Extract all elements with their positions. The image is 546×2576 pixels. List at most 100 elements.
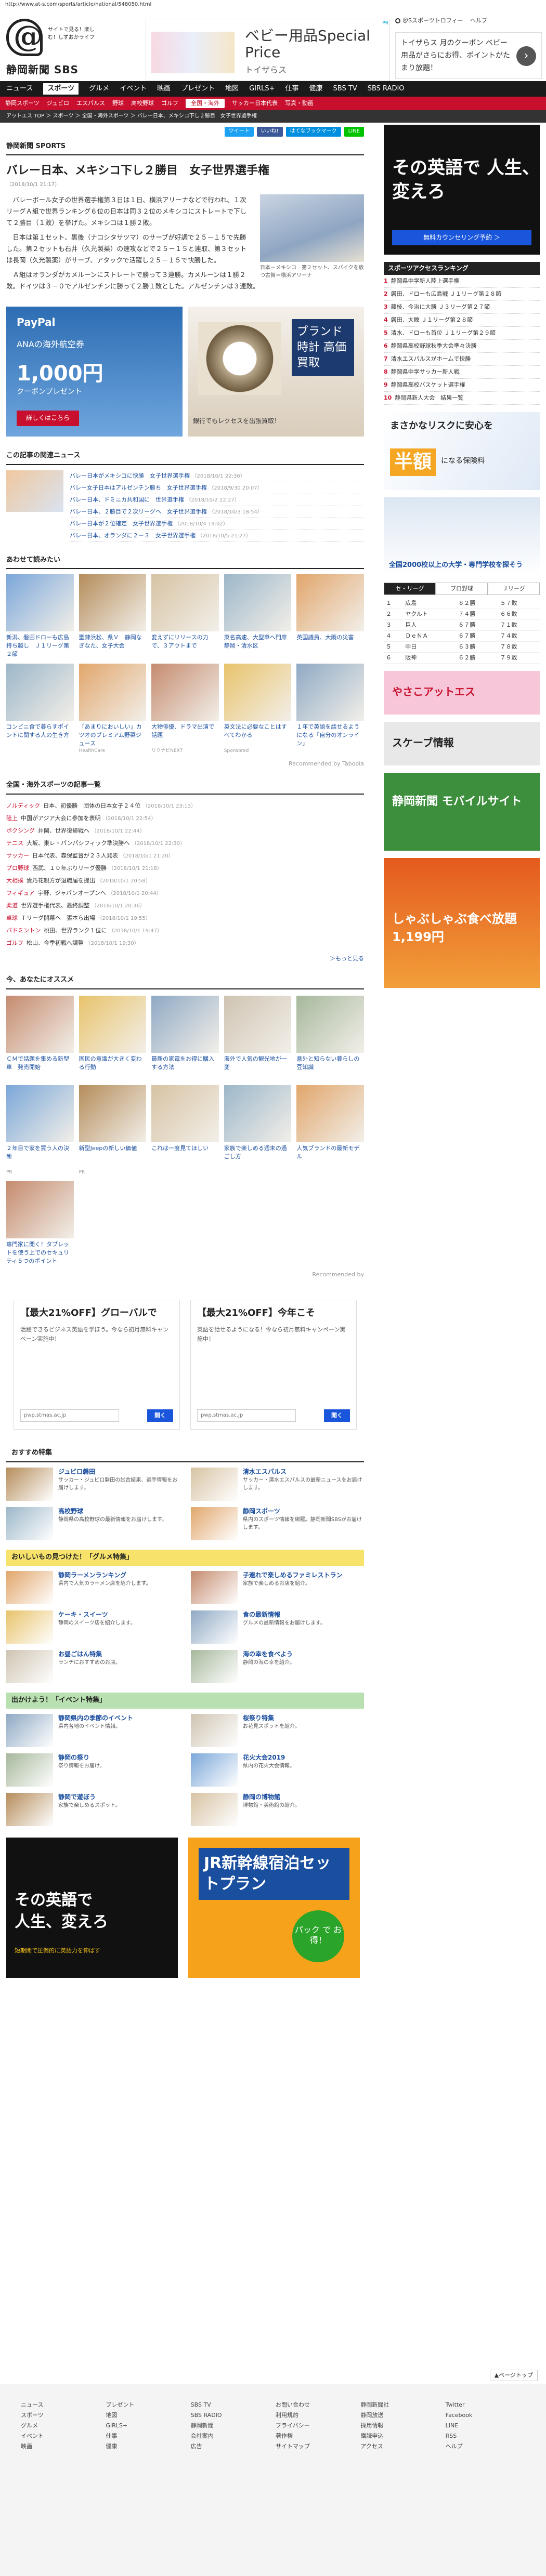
thumb-card[interactable]: これは一度見てほしい (151, 1085, 219, 1176)
subnav-item[interactable]: ジュビロ (47, 99, 69, 108)
related-link[interactable]: バレー女子日本はアルゼンチン勝ち 女子世界選手権 （2018/9/30 20:0… (70, 482, 364, 494)
thumb-card[interactable]: 海外で人気の観光地が一変 (224, 996, 292, 1080)
national-item[interactable]: バドミントン 桃田、世界ランク１位に （2018/10/1 19:47） (6, 924, 364, 937)
nav-item[interactable]: イベント (120, 84, 147, 94)
header-link-trophy[interactable]: ＠Sスポーツトロフィー (395, 17, 463, 24)
share-facebook-button[interactable]: いいね! (256, 127, 283, 137)
text-ad[interactable]: 【最大21%OFF】今年こそ 英語を話せるようになる！今なら初月無料キャンペーン… (190, 1300, 357, 1430)
related-thumbnail[interactable] (6, 470, 63, 512)
feature-item[interactable]: ジュビロ磐田 サッカー・ジュビロ磐田の試合結果、選手情報をお届けします。 (6, 1467, 179, 1501)
thumb-card[interactable]: 大物俳優、ドラマ出演で話題 リクナビNEXT (151, 664, 219, 755)
nav-item[interactable]: 仕事 (285, 84, 299, 94)
side-banner-2[interactable]: スケーブ情報 (384, 721, 540, 765)
watch-ad[interactable]: ブランド時計 高価買取 銀行でもレクセスを出張買取！ (188, 306, 364, 437)
nav-item[interactable]: グルメ (89, 84, 109, 94)
side-english-ad[interactable]: その英語で 人生、変えろ 無料カウンセリング予約 ＞ (384, 125, 540, 255)
footer-link[interactable]: 広告 (191, 2441, 270, 2452)
subnav-item[interactable]: 高校野球 (131, 99, 154, 108)
footer-link[interactable]: 採用情報 (360, 2421, 440, 2431)
tab-pro-baseball[interactable]: プロ野球 (436, 583, 488, 596)
header-link-help[interactable]: ヘルプ (470, 17, 487, 24)
thumb-card[interactable]: １年で英語を話せるようになる「自分のオンライン」 (296, 664, 364, 755)
footer-link[interactable]: LINE (446, 2421, 525, 2431)
feature-item[interactable]: 静岡の博物館 博物館・美術館の紹介。 (191, 1792, 364, 1826)
national-item[interactable]: ノルディック 日本、初優勝 団体の日本女子２４位 （2018/10/1 23:13… (6, 800, 364, 812)
text-ad[interactable]: 【最大21%OFF】グローバルで 活躍できるビジネス英語を学ぼう。今なら初月無料… (14, 1300, 180, 1430)
jr-ad[interactable]: JR新幹線宿泊セットプラン パック で お得！ (188, 1837, 360, 1978)
thumb-card[interactable]: 意外と知らない暮らしの豆知識 (296, 996, 364, 1080)
ranking-item[interactable]: 6 静岡県高校野球秋季大会準々決勝 (384, 340, 540, 353)
subnav-item[interactable]: サッカー日本代表 (232, 99, 278, 108)
thumb-card[interactable]: 人気ブランドの最新モデル (296, 1085, 364, 1176)
feature-item[interactable]: 子連れで楽しめるファミレストラン 家族で楽しめるお店を紹介。 (191, 1570, 364, 1604)
ad-button[interactable]: 詳しくはこちら (17, 411, 80, 426)
nav-item[interactable]: スポーツ (43, 83, 79, 95)
ranking-item[interactable]: 9 静岡県高校バスケット選手権 (384, 379, 540, 392)
feature-item[interactable]: 静岡で遊ぼう 家族で楽しめるスポット。 (6, 1792, 179, 1826)
thumb-card[interactable]: 変えずにリリースの力で、３アウトまで (151, 574, 219, 658)
related-link[interactable]: バレー日本、２勝目で２次リーグへ 女子世界選手権 （2018/10/3 18:5… (70, 506, 364, 518)
open-button[interactable]: 開く (324, 1409, 350, 1422)
footer-link[interactable]: プレゼント (106, 2400, 185, 2410)
thumb-card[interactable]: 聖隷浜松、県Ｖ 静岡なぎなた、女子大会 (79, 574, 147, 658)
article-photo[interactable]: 日本－メキシコ 第２セット、スパイクを放つ古賀＝横浜アリーナ (260, 194, 364, 280)
ranking-item[interactable]: 8 静岡県中学サッカー新人戦 (384, 366, 540, 379)
nav-item[interactable]: 健康 (309, 84, 323, 94)
subnav-item[interactable]: 写真・動画 (285, 99, 314, 108)
footer-link[interactable]: SBS TV (191, 2400, 270, 2410)
footer-link[interactable]: 購読申込 (360, 2431, 440, 2441)
nav-item[interactable]: GIRLS+ (249, 84, 275, 94)
thumb-card[interactable]: ２年目で家を買う人の決断 PR (6, 1085, 74, 1176)
subnav-item[interactable]: 全国・海外 (186, 99, 225, 108)
feature-item[interactable]: 花火大会2019 県内の花火大会情報。 (191, 1753, 364, 1787)
ranking-item[interactable]: 7 清水エスパルスがホームで快勝 (384, 353, 540, 366)
thumb-card[interactable]: 「あまりにおいしい」カツオのプレミアム野菜ジュース HealthCare (79, 664, 147, 755)
related-link[interactable]: バレー日本が２位確定 女子世界選手権 （2018/10/4 19:02） (70, 518, 364, 530)
share-hatena-button[interactable]: はてなブックマーク (285, 127, 341, 137)
related-link[interactable]: バレー日本、オランダに２－３ 女子世界選手権 （2018/10/5 21:27） (70, 530, 364, 542)
national-item[interactable]: テニス 大坂、東レ・パンパシフィック準決勝へ （2018/10/1 22:30） (6, 837, 364, 850)
footer-link[interactable]: イベント (21, 2431, 100, 2441)
taboola-credit[interactable]: Recommended by Taboola (6, 760, 364, 768)
header-promo[interactable]: トイザらス 月のクーポン ベビー用品がさらにお得、ポイントがたまり放題！ › (395, 32, 542, 79)
footer-link[interactable]: ヘルプ (446, 2441, 525, 2452)
insurance-ad[interactable]: まさかなリスクに安心を 半額 になる保険料 (384, 412, 540, 491)
footer-link[interactable]: サイトマップ (276, 2441, 355, 2452)
footer-link[interactable]: 静岡新聞社 (360, 2400, 440, 2410)
related-link[interactable]: バレー日本、ドミニカ共和国に 世界選手権 （2018/10/2 22:27） (70, 494, 364, 506)
footer-link[interactable]: Twitter (446, 2400, 525, 2410)
related-link[interactable]: バレー日本がメキシコに快勝 女子世界選手権 （2018/10/1 22:36） (70, 470, 364, 482)
ranking-item[interactable]: 2 磐田、ドローも広島戦 Ｊ１リーグ第２８節 (384, 288, 540, 301)
feature-item[interactable]: 桜祭り特集 お花見スポットを紹介。 (191, 1713, 364, 1747)
address-url[interactable]: http://www.at-s.com/sports/article/natio… (0, 0, 546, 8)
ranking-item[interactable]: 1 静岡県中学新人陸上選手権 (384, 275, 540, 288)
footer-link[interactable]: 地図 (106, 2410, 185, 2421)
feature-item[interactable]: 清水エスパルス サッカー・清水エスパルスの最新ニュースをお届けします。 (191, 1467, 364, 1501)
footer-link[interactable]: 著作権 (276, 2431, 355, 2441)
ranking-item[interactable]: 3 藤枝、今治に大勝 Ｊ３リーグ第２７節 (384, 301, 540, 314)
ranking-item[interactable]: 4 磐田、大敗 Ｊ１リーグ第２８節 (384, 314, 540, 327)
share-twitter-button[interactable]: ツイート (224, 127, 254, 137)
thumb-card[interactable]: 新潟、磐田ドローも広島持ち越し Ｊ１リーグ第２節 (6, 574, 74, 658)
feature-item[interactable]: 静岡県内の季節のイベント 県内各地のイベント情報。 (6, 1713, 179, 1747)
ranking-item[interactable]: 10 静岡県新人大会 結果一覧 (384, 392, 540, 405)
nav-item[interactable]: SBS TV (333, 84, 357, 94)
site-logo[interactable]: @ サイトで見る！楽しむ！しずおかライフ 静岡新聞 SBS (6, 19, 95, 77)
more-link[interactable]: ＞もっと見る (6, 955, 364, 963)
header-ad[interactable]: ベビー用品Special Price トイザらス PR (146, 19, 390, 81)
thumb-card[interactable]: 専門家に聞く！タブレットを使う上でのセキュリティ５つのポイント (6, 1181, 74, 1265)
subnav-item[interactable]: エスパルス (76, 99, 105, 108)
subnav-item[interactable]: ゴルフ (161, 99, 178, 108)
national-item[interactable]: 大相撲 貴乃花親方が退職届を提出 （2018/10/1 20:58） (6, 875, 364, 887)
thumb-card[interactable]: 国民の意識が大きく変わる行動 (79, 996, 147, 1080)
tab-central[interactable]: セ・リーグ (384, 583, 436, 596)
footer-link[interactable]: お問い合わせ (276, 2400, 355, 2410)
footer-link[interactable]: 映画 (21, 2441, 100, 2452)
subnav-item[interactable]: 野球 (112, 99, 124, 108)
subnav-item[interactable]: 静岡スポーツ (5, 99, 40, 108)
footer-link[interactable]: プライバシー (276, 2421, 355, 2431)
thumb-card[interactable]: コンビニ食で暮らすポイントに関する人の生き方 (6, 664, 74, 755)
footer-link[interactable]: SBS RADIO (191, 2410, 270, 2421)
thumb-card[interactable]: 最新の家電をお得に購入する方法 (151, 996, 219, 1080)
open-button[interactable]: 開く (147, 1409, 173, 1422)
